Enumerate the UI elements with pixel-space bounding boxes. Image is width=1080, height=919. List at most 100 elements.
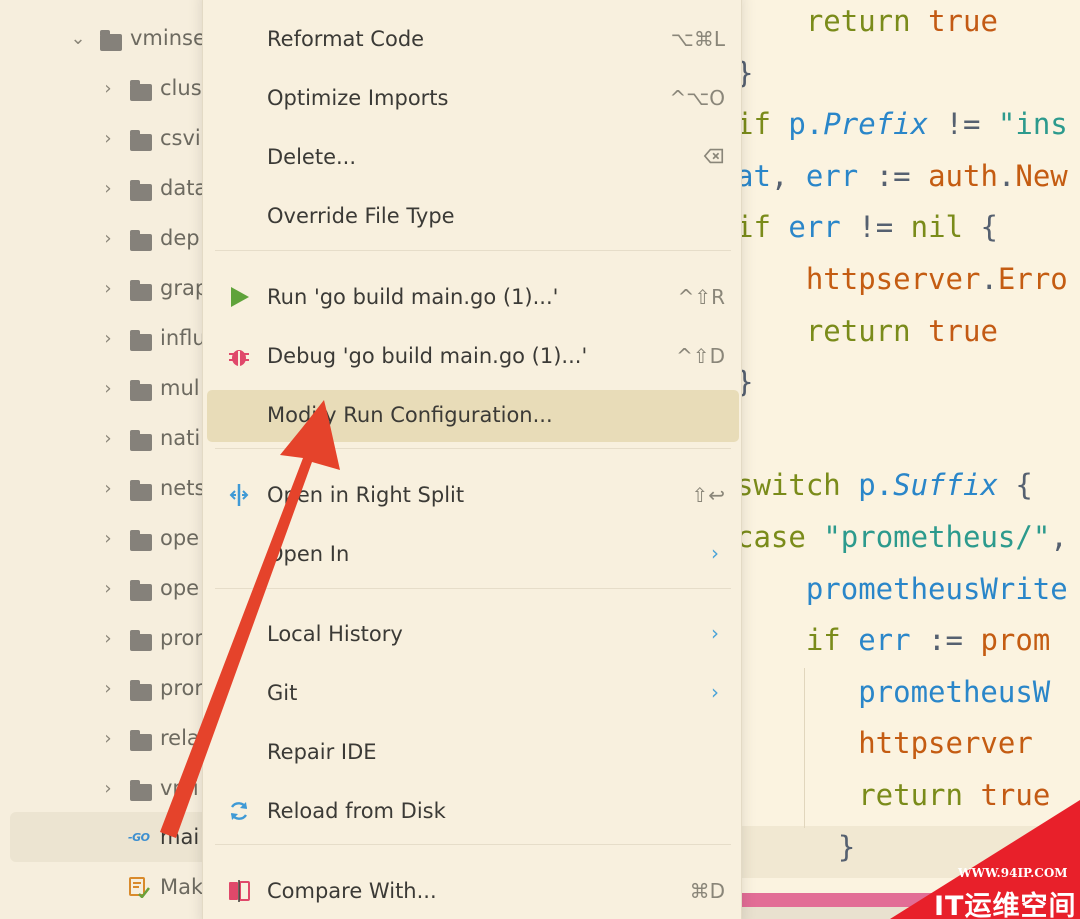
code-line: if err != nil { <box>740 210 998 244</box>
menu-item-override-file-type[interactable]: Override File Type <box>207 191 739 243</box>
chevron-right-icon[interactable]: › <box>98 228 118 249</box>
code-token: "ins <box>997 107 1068 142</box>
tree-folder-label: nets <box>160 476 206 500</box>
menu-item-open-in-right-split[interactable]: Open in Right Split ⇧↩ <box>207 470 739 522</box>
code-token: err <box>788 210 841 245</box>
tree-folder[interactable]: › data <box>0 163 210 213</box>
tree-folder[interactable]: › csvi <box>0 113 210 163</box>
tree-file-makefile[interactable]: Mak <box>0 862 210 912</box>
code-token: true <box>928 4 998 38</box>
code-line: httpserver.Erro <box>740 262 1068 296</box>
tree-folder[interactable]: › pror <box>0 613 210 663</box>
code-token: . <box>997 158 1016 193</box>
menu-item-repair-ide[interactable]: Repair IDE <box>207 727 739 779</box>
chevron-right-icon[interactable]: › <box>98 78 118 99</box>
tree-folder[interactable]: › rela <box>0 713 210 763</box>
chevron-right-icon[interactable]: › <box>98 728 118 749</box>
chevron-right-icon[interactable]: › <box>98 178 118 199</box>
chevron-right-icon[interactable]: › <box>98 278 118 299</box>
split-icon <box>229 484 249 506</box>
chevron-right-icon[interactable]: › <box>98 778 118 799</box>
code-token: , <box>1050 520 1068 554</box>
menu-item-label: Compare With... <box>267 879 437 903</box>
code-line: } <box>740 56 753 90</box>
tree-folder-label: pror <box>160 676 203 700</box>
tree-folder[interactable]: › dep <box>0 213 210 263</box>
code-token: if <box>740 210 789 245</box>
code-token: err <box>858 623 911 658</box>
code-token: != <box>840 210 911 245</box>
code-line: } <box>768 830 855 864</box>
code-token: } <box>740 56 753 90</box>
menu-item-label: Override File Type <box>267 204 455 228</box>
tree-folder-label: csvi <box>160 126 201 150</box>
tree-folder[interactable]: › nati <box>0 413 210 463</box>
code-editor[interactable]: return true}if p.Prefix != "insat, err :… <box>740 0 1080 919</box>
menu-item-label: Optimize Imports <box>267 86 449 110</box>
tree-folder-label: vminse <box>130 26 206 50</box>
folder-icon <box>130 530 152 551</box>
code-token: Suffix <box>893 468 998 503</box>
tree-folder[interactable]: › pror <box>0 663 210 713</box>
run-icon <box>231 287 249 307</box>
code-token: } <box>740 365 753 399</box>
tree-folder[interactable]: › clus <box>0 63 210 113</box>
chevron-right-icon[interactable]: › <box>98 678 118 699</box>
menu-item-debug-go-build-main-go-1[interactable]: Debug 'go build main.go (1)...' ^⇧D <box>207 331 739 383</box>
chevron-right-icon[interactable]: › <box>98 328 118 349</box>
menu-item-optimize-imports[interactable]: Optimize Imports ^⌥O <box>207 73 739 125</box>
menu-item-reformat-code[interactable]: Reformat Code ⌥⌘L <box>207 14 739 66</box>
chevron-right-icon[interactable]: › <box>98 528 118 549</box>
chevron-right-icon[interactable]: › <box>98 428 118 449</box>
folder-icon <box>130 680 152 701</box>
reload-icon <box>230 802 248 820</box>
menu-item-shortcut: ^⌥O <box>669 86 725 110</box>
tree-folder[interactable]: › ope <box>0 563 210 613</box>
menu-item-modify-run-configuration[interactable]: Modify Run Configuration... <box>207 390 739 442</box>
tree-folder[interactable]: › ope <box>0 513 210 563</box>
tree-root-folder[interactable]: ⌄ vminse <box>0 13 210 63</box>
code-line: switch p.Suffix { <box>740 468 1033 502</box>
tree-folder[interactable]: › vmi <box>0 763 210 813</box>
tree-folder[interactable]: › grap <box>0 263 210 313</box>
code-token: if <box>740 107 789 142</box>
tree-folder[interactable]: › nets <box>0 463 210 513</box>
code-token: err <box>805 158 859 193</box>
menu-item-label: Open In <box>267 542 350 566</box>
tree-folder-label: influ <box>160 326 206 350</box>
chevron-right-icon[interactable]: › <box>98 628 118 649</box>
menu-item-run-go-build-main-go-1[interactable]: Run 'go build main.go (1)...' ^⇧R <box>207 272 739 324</box>
chevron-right-icon[interactable]: › <box>98 378 118 399</box>
tree-folder-label: nati <box>160 426 201 450</box>
menu-item-reload-from-disk[interactable]: Reload from Disk <box>207 786 739 838</box>
menu-item-compare-with[interactable]: Compare With... ⌘D <box>207 866 739 918</box>
code-token: auth <box>928 158 998 193</box>
folder-icon <box>130 480 152 501</box>
chevron-right-icon[interactable]: › <box>98 128 118 149</box>
go-file-icon: -GO <box>128 830 150 844</box>
chevron-right-icon: › <box>711 680 719 704</box>
tree-file-main-go[interactable]: -GO mai <box>10 812 210 862</box>
tree-folder-label: dep <box>160 226 200 250</box>
menu-item-git[interactable]: Git › <box>207 668 739 720</box>
code-line: at, err := auth.New <box>740 159 1068 193</box>
menu-item-open-in[interactable]: Open In › <box>207 529 739 581</box>
chevron-down-icon[interactable]: ⌄ <box>68 28 88 49</box>
watermark-url: WWW.94IP.COM <box>958 866 1068 880</box>
menu-item-delete[interactable]: Delete... <box>207 132 739 184</box>
folder-icon <box>130 280 152 301</box>
context-menu: Reformat Code ⌥⌘L Optimize Imports ^⌥O Delet… <box>202 0 742 919</box>
tree-folder[interactable]: › mul <box>0 363 210 413</box>
chevron-right-icon[interactable]: › <box>98 478 118 499</box>
menu-item-label: Local History <box>267 622 403 646</box>
code-token: httpserver <box>740 726 1033 761</box>
tree-folder[interactable]: › influ <box>0 313 210 363</box>
menu-item-local-history[interactable]: Local History › <box>207 609 739 661</box>
menu-item-shortcut: ^⇧D <box>676 344 725 368</box>
code-token: switch <box>740 468 859 503</box>
delete-key-icon <box>703 148 724 164</box>
code-token: true <box>928 313 998 348</box>
code-token: if <box>740 623 859 658</box>
chevron-right-icon[interactable]: › <box>98 578 118 599</box>
folder-icon <box>130 180 152 201</box>
